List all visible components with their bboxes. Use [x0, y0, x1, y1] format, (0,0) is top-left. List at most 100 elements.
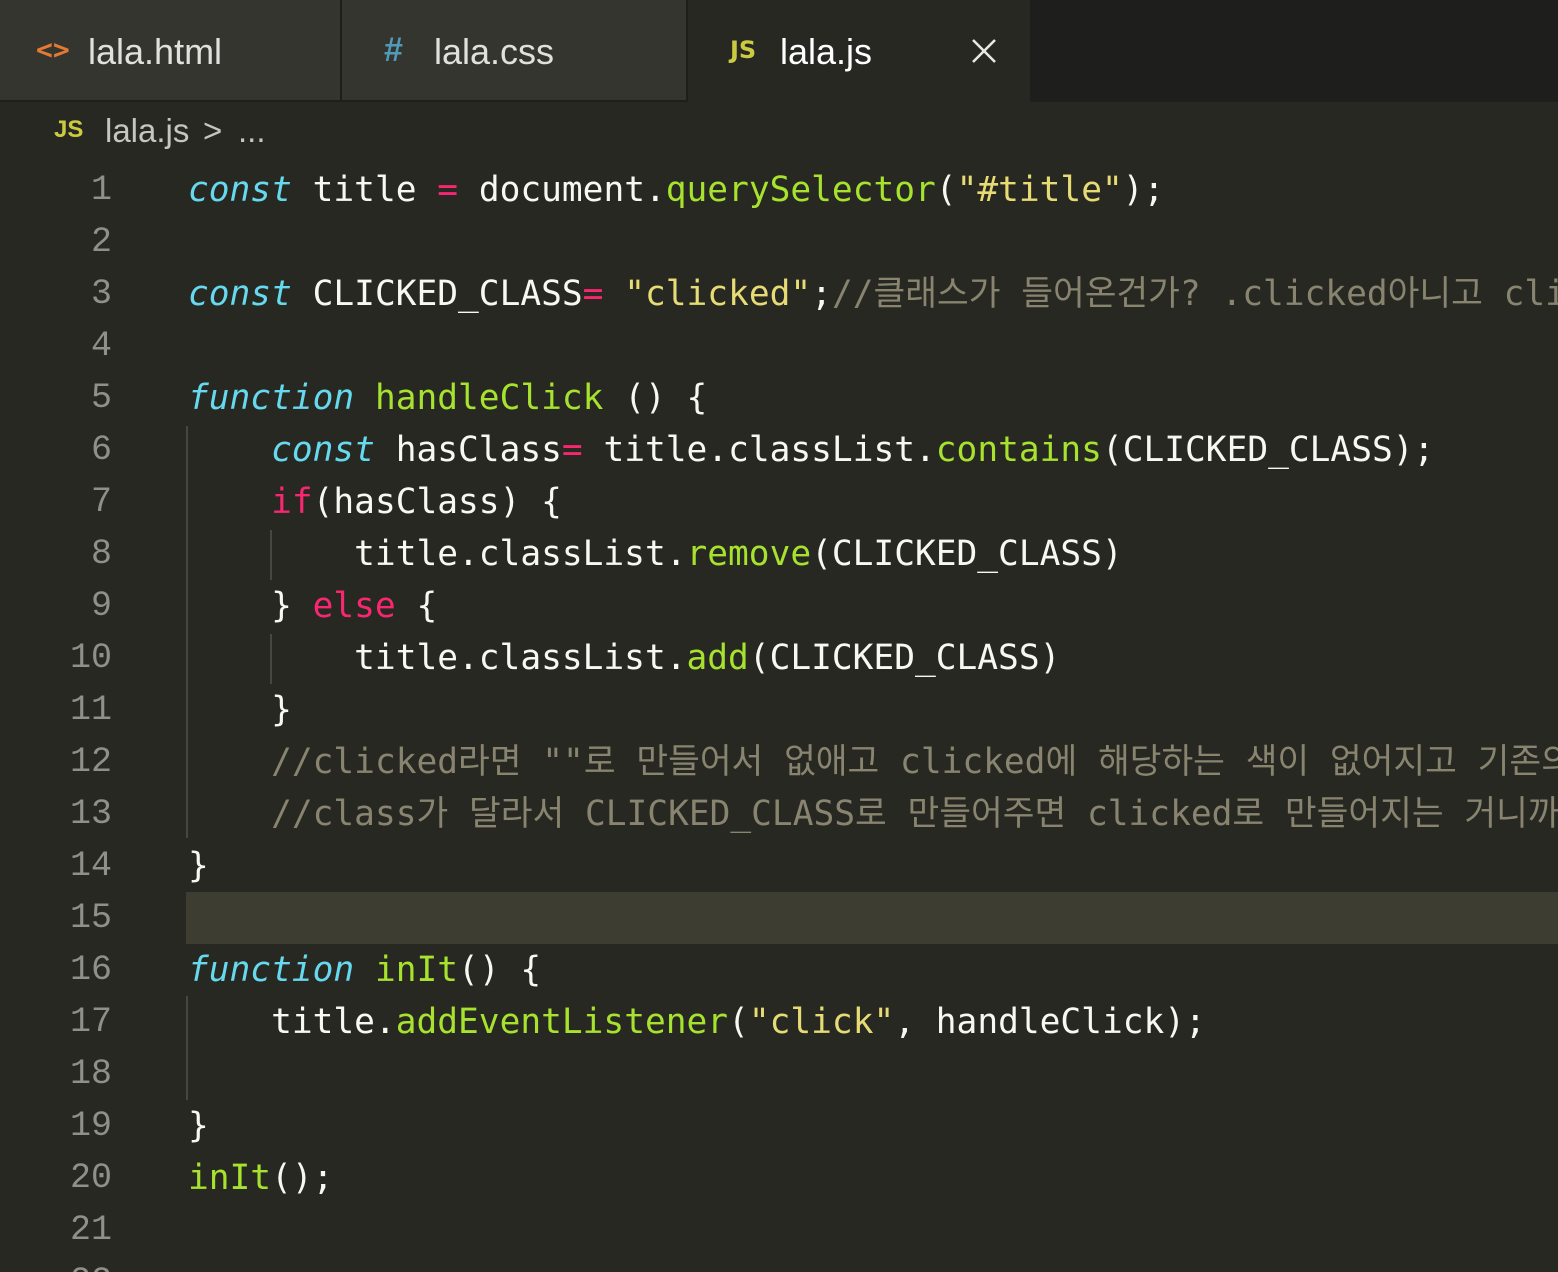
code-text: }	[188, 840, 209, 892]
code-line[interactable]: 17 title.addEventListener("click", handl…	[0, 996, 1558, 1048]
code-token: "#title"	[956, 170, 1123, 210]
code-text: //class가 달라서 CLICKED_CLASS로 만들어주면 clicke…	[188, 788, 1558, 840]
tab-lala-html[interactable]: <> lala.html	[0, 0, 340, 100]
code-token: , handleClick);	[894, 1002, 1206, 1042]
code-token: hasClass	[374, 430, 562, 470]
code-line[interactable]: 12 //clicked라면 ""로 만들어서 없애고 clicked에 해당하…	[0, 736, 1558, 788]
line-number: 11	[69, 690, 112, 730]
code-token: querySelector	[665, 170, 936, 210]
tab-lala-css[interactable]: # lala.css	[342, 0, 686, 100]
code-token: "click"	[748, 1002, 895, 1042]
code-token: //class가 달라서 CLICKED_CLASS로 만들어주면 clicke…	[271, 794, 1558, 834]
code-token: CLICKED_CLASS	[291, 274, 583, 314]
code-line[interactable]: 10 title.classList.add(CLICKED_CLASS)	[0, 632, 1558, 684]
code-line[interactable]: 1 const title = document.querySelector("#…	[0, 164, 1558, 216]
line-number: 8	[90, 534, 112, 574]
breadcrumb-more[interactable]: ...	[238, 112, 266, 150]
code-line[interactable]: 4	[0, 320, 1558, 372]
line-number: 12	[69, 742, 112, 782]
tab-lala-js[interactable]: JS lala.js	[688, 0, 1030, 102]
line-number: 9	[90, 586, 112, 626]
js-file-icon: JS	[730, 36, 757, 64]
code-line[interactable]: 11 }	[0, 684, 1558, 736]
code-line[interactable]: 8 title.classList.remove(CLICKED_CLASS)	[0, 528, 1558, 580]
line-number: 6	[90, 430, 112, 470]
code-token: inIt	[188, 1158, 272, 1198]
code-line[interactable]: 15	[0, 892, 1558, 944]
code-token: else	[312, 586, 396, 626]
line-number: 10	[69, 638, 112, 678]
code-text: function handleClick () {	[188, 372, 707, 424]
code-text: if(hasClass) {	[188, 476, 562, 528]
code-token: =	[561, 430, 583, 470]
code-token: }	[188, 690, 292, 730]
code-line[interactable]: 9 } else {	[0, 580, 1558, 632]
code-token: const	[188, 170, 292, 210]
code-token: (	[728, 1002, 749, 1042]
tab-label: lala.js	[780, 31, 873, 72]
code-text: //clicked라면 ""로 만들어서 없애고 clicked에 해당하는 색…	[188, 736, 1558, 788]
code-token: =	[582, 274, 604, 314]
code-token: "clicked"	[624, 274, 812, 314]
line-number: 19	[69, 1106, 112, 1146]
code-line[interactable]: 21	[0, 1204, 1558, 1256]
code-token: title.classList.	[188, 638, 687, 678]
line-number: 4	[90, 326, 112, 366]
code-line[interactable]: 14}	[0, 840, 1558, 892]
code-text: const CLICKED_CLASS= "clicked";//클래스가 들어…	[188, 268, 1558, 320]
code-token: title.	[188, 1002, 396, 1042]
line-number: 1	[90, 170, 112, 210]
code-token: =	[437, 170, 459, 210]
breadcrumb: JS lala.js > ...	[0, 102, 1558, 164]
code-text: title.addEventListener("click", handleCl…	[188, 996, 1206, 1048]
code-token: (	[935, 170, 957, 210]
code-line[interactable]: 6 const hasClass= title.classList.contai…	[0, 424, 1558, 476]
code-line[interactable]: 2	[0, 216, 1558, 268]
code-line[interactable]: 3 const CLICKED_CLASS= "clicked";//클래스가 들…	[0, 268, 1558, 320]
code-token: (CLICKED_CLASS)	[748, 638, 1061, 678]
code-token: if	[271, 482, 313, 522]
code-text: title.classList.add(CLICKED_CLASS)	[188, 632, 1060, 684]
breadcrumb-separator: >	[203, 112, 223, 149]
line-number: 13	[69, 794, 112, 834]
code-line[interactable]: 5 function handleClick () {	[0, 372, 1558, 424]
css-file-icon: #	[384, 31, 403, 69]
code-token: );	[1122, 170, 1165, 210]
code-text: function inIt() {	[188, 944, 541, 996]
code-editor[interactable]: 1 const title = document.querySelector("#…	[0, 164, 1558, 1272]
code-line[interactable]: 20 inIt();	[0, 1152, 1558, 1204]
code-text: }	[188, 684, 292, 736]
code-line[interactable]: 13 //class가 달라서 CLICKED_CLASS로 만들어주면 cli…	[0, 788, 1558, 840]
close-icon[interactable]	[968, 0, 1000, 100]
code-token: title	[291, 170, 438, 210]
code-token: function	[188, 950, 355, 990]
code-token: remove	[686, 534, 812, 574]
code-token: //clicked라면 ""로 만들어서 없애고 clicked에 해당하는 색…	[271, 742, 1558, 782]
code-token: //클래스가 들어온건가? .clicked아니고 clic	[831, 274, 1558, 314]
line-number: 22	[0, 1256, 112, 1272]
line-number: 15	[69, 898, 112, 938]
code-token: title.classList.	[582, 430, 936, 470]
code-text: inIt();	[188, 1152, 333, 1204]
code-token: () {	[458, 950, 542, 990]
code-token: ;	[811, 274, 832, 314]
line-number: 16	[69, 950, 112, 990]
js-file-icon: JS	[54, 116, 84, 143]
code-token: () {	[603, 378, 708, 418]
code-token: (hasClass) {	[312, 482, 562, 522]
code-token: contains	[935, 430, 1102, 470]
line-number: 18	[69, 1054, 112, 1094]
breadcrumb-file[interactable]: lala.js	[105, 112, 189, 150]
code-line[interactable]: 19}	[0, 1100, 1558, 1152]
code-line[interactable]: 22	[0, 1256, 1558, 1272]
code-line[interactable]: 18	[0, 1048, 1558, 1100]
line-number: 14	[69, 846, 112, 886]
code-line[interactable]: 16 function inIt() {	[0, 944, 1558, 996]
code-line[interactable]: 7 if(hasClass) {	[0, 476, 1558, 528]
code-text: }	[188, 1100, 209, 1152]
